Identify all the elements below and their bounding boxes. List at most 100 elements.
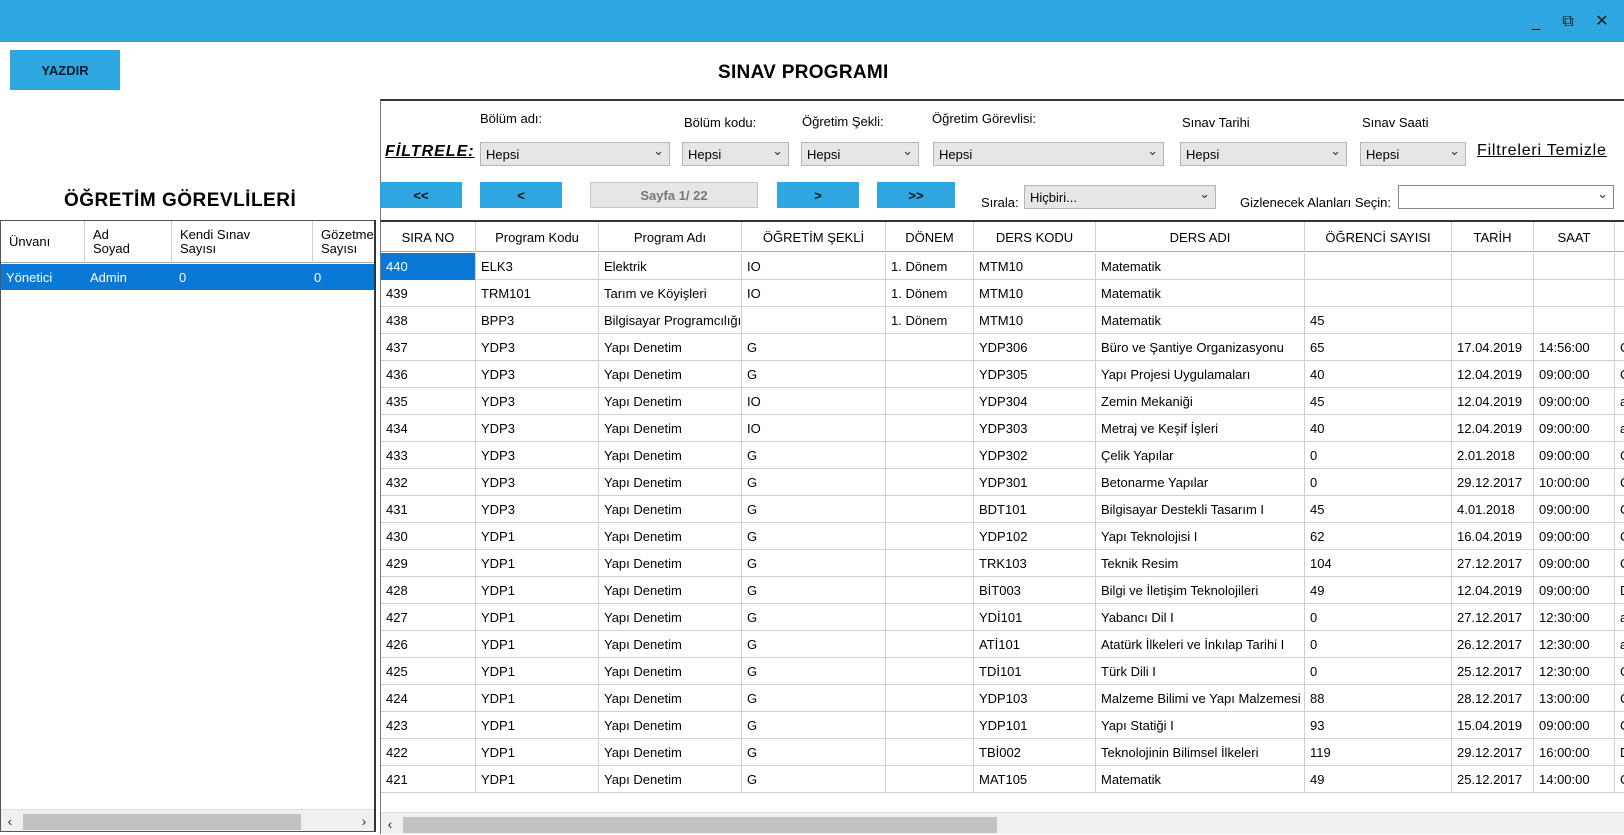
cell-program-kodu[interactable]: YDP1 xyxy=(476,685,599,712)
cell-ogretim-sekli[interactable]: G xyxy=(742,739,886,766)
ogretim-sekli-dropdown[interactable]: Hepsi ⌄ xyxy=(801,142,919,166)
left-horizontal-scrollbar[interactable]: ‹ › xyxy=(1,809,374,831)
cell-ders-adi[interactable]: Bilgisayar Destekli Tasarım I xyxy=(1096,496,1305,523)
cell-saat[interactable]: 09:00:00 xyxy=(1534,388,1615,415)
cell-ogrenci-sayisi[interactable]: 40 xyxy=(1305,415,1452,442)
scroll-right-icon[interactable]: › xyxy=(355,810,373,831)
cell-ders-kodu[interactable]: TBİ002 xyxy=(974,739,1096,766)
cell-program-adi[interactable]: Elektrik xyxy=(599,253,742,280)
cell-program-adi[interactable]: Bilgisayar Programcılığı xyxy=(599,307,742,334)
cell-program-kodu[interactable]: YDP1 xyxy=(476,739,599,766)
cell-donem[interactable] xyxy=(886,685,974,712)
cell-ders-kodu[interactable]: TRK103 xyxy=(974,550,1096,577)
cell-sira-no[interactable]: 437 xyxy=(381,334,476,361)
cell-tarih[interactable]: 27.12.2017 xyxy=(1452,604,1534,631)
table-row[interactable]: 440 ELK3 Elektrik IO 1. Dönem MTM10 Matematik xyxy=(381,253,1624,280)
cell-ogretim-sekli[interactable]: G xyxy=(742,712,886,739)
column-header-extra[interactable] xyxy=(1615,222,1624,252)
cell-extra[interactable]: D xyxy=(1615,577,1624,604)
cell-extra[interactable] xyxy=(1615,280,1624,307)
cell-program-adi[interactable]: Yapı Denetim xyxy=(599,550,742,577)
cell-ogretim-sekli[interactable]: G xyxy=(742,604,886,631)
table-row[interactable]: 435 YDP3 Yapı Denetim IO YDP304 Zemin Mekaniğ… xyxy=(381,388,1624,415)
cell-saat[interactable]: 09:00:00 xyxy=(1534,361,1615,388)
cell-program-kodu[interactable]: YDP1 xyxy=(476,577,599,604)
cell-ders-adi[interactable]: Metraj ve Keşif İşleri xyxy=(1096,415,1305,442)
cell-program-adi[interactable]: Yapı Denetim xyxy=(599,388,742,415)
cell-ogretim-sekli[interactable]: G xyxy=(742,523,886,550)
cell-sira-no[interactable]: 440 xyxy=(381,253,476,280)
cell-ogrenci-sayisi[interactable] xyxy=(1305,253,1452,280)
cell-program-adi[interactable]: Yapı Denetim xyxy=(599,496,742,523)
cell-ogretim-sekli[interactable]: G xyxy=(742,685,886,712)
table-row[interactable]: 426 YDP1 Yapı Denetim G ATİ101 Atatürk İlkele… xyxy=(381,631,1624,658)
cell-donem[interactable] xyxy=(886,415,974,442)
cell-program-kodu[interactable]: YDP3 xyxy=(476,415,599,442)
cell-extra[interactable]: C xyxy=(1615,658,1624,685)
column-header-unvan[interactable]: Ünvanı xyxy=(1,221,85,263)
cell-program-kodu[interactable]: YDP3 xyxy=(476,469,599,496)
column-header-tarih[interactable]: TARİH xyxy=(1452,222,1534,252)
cell-donem[interactable]: 1. Dönem xyxy=(886,253,974,280)
cell-donem[interactable] xyxy=(886,766,974,793)
cell-ders-adi[interactable]: Matematik xyxy=(1096,280,1305,307)
cell-ders-kodu[interactable]: MTM10 xyxy=(974,253,1096,280)
cell-tarih[interactable]: 25.12.2017 xyxy=(1452,766,1534,793)
cell-ogrenci-sayisi[interactable]: 49 xyxy=(1305,577,1452,604)
cell-ders-kodu[interactable]: ATİ101 xyxy=(974,631,1096,658)
cell-saat[interactable]: 14:56:00 xyxy=(1534,334,1615,361)
cell-tarih[interactable]: 29.12.2017 xyxy=(1452,739,1534,766)
cell-program-adi[interactable]: Yapı Denetim xyxy=(599,523,742,550)
cell-tarih[interactable]: 15.04.2019 xyxy=(1452,712,1534,739)
cell-ders-kodu[interactable]: YDP102 xyxy=(974,523,1096,550)
cell-ogretim-sekli[interactable]: IO xyxy=(742,388,886,415)
cell-ogretim-sekli[interactable]: G xyxy=(742,631,886,658)
sort-dropdown[interactable]: Hiçbiri... ⌄ xyxy=(1024,185,1216,209)
cell-program-adi[interactable]: Yapı Denetim xyxy=(599,766,742,793)
cell-donem[interactable] xyxy=(886,523,974,550)
cell-extra[interactable]: C xyxy=(1615,523,1624,550)
cell-ders-adi[interactable]: Teknolojinin Bilimsel İlkeleri xyxy=(1096,739,1305,766)
print-button[interactable]: YAZDIR xyxy=(10,50,120,90)
cell-tarih[interactable]: 12.04.2019 xyxy=(1452,361,1534,388)
cell-ders-kodu[interactable]: YDP303 xyxy=(974,415,1096,442)
table-row[interactable]: 437 YDP3 Yapı Denetim G YDP306 Büro ve Şantiy… xyxy=(381,334,1624,361)
cell-tarih[interactable]: 12.04.2019 xyxy=(1452,415,1534,442)
cell-saat[interactable] xyxy=(1534,280,1615,307)
table-row[interactable]: 436 YDP3 Yapı Denetim G YDP305 Yapı Projesi U… xyxy=(381,361,1624,388)
table-row[interactable]: 430 YDP1 Yapı Denetim G YDP102 Yapı Teknoloji… xyxy=(381,523,1624,550)
cell-ders-kodu[interactable]: YDP101 xyxy=(974,712,1096,739)
cell-ders-adi[interactable]: Türk Dili I xyxy=(1096,658,1305,685)
cell-donem[interactable] xyxy=(886,604,974,631)
column-header-gozetmen[interactable]: Gözetmen Sayısı xyxy=(313,221,374,263)
cell-program-adi[interactable]: Yapı Denetim xyxy=(599,415,742,442)
cell-ders-adi[interactable]: Yapı Projesi Uygulamaları xyxy=(1096,361,1305,388)
cell-sira-no[interactable]: 421 xyxy=(381,766,476,793)
cell-ders-kodu[interactable]: MAT105 xyxy=(974,766,1096,793)
cell-program-kodu[interactable]: YDP1 xyxy=(476,631,599,658)
cell-ders-adi[interactable]: Malzeme Bilimi ve Yapı Malzemesi xyxy=(1096,685,1305,712)
cell-sira-no[interactable]: 439 xyxy=(381,280,476,307)
cell-donem[interactable] xyxy=(886,631,974,658)
cell-tarih[interactable] xyxy=(1452,253,1534,280)
cell-program-kodu[interactable]: YDP3 xyxy=(476,442,599,469)
cell-ogretim-sekli[interactable]: IO xyxy=(742,280,886,307)
cell-program-kodu[interactable]: YDP3 xyxy=(476,361,599,388)
cell-sira-no[interactable]: 424 xyxy=(381,685,476,712)
cell-tarih[interactable]: 28.12.2017 xyxy=(1452,685,1534,712)
cell-tarih[interactable]: 12.04.2019 xyxy=(1452,577,1534,604)
cell-ogrenci-sayisi[interactable]: 0 xyxy=(1305,442,1452,469)
column-header-program-adi[interactable]: Program Adı xyxy=(599,222,742,252)
ogretim-gorevlisi-dropdown[interactable]: Hepsi ⌄ xyxy=(933,142,1164,166)
last-page-button[interactable]: >> xyxy=(877,182,955,208)
table-row[interactable]: 427 YDP1 Yapı Denetim G YDİ101 Yabancı Dil I0… xyxy=(381,604,1624,631)
cell-ogretim-sekli[interactable]: G xyxy=(742,442,886,469)
column-header-ad-soyad[interactable]: Ad Soyad xyxy=(85,221,172,263)
cell-ders-adi[interactable]: Büro ve Şantiye Organizasyonu xyxy=(1096,334,1305,361)
cell-ogretim-sekli[interactable]: G xyxy=(742,469,886,496)
cell-ogrenci-sayisi[interactable]: 62 xyxy=(1305,523,1452,550)
cell-program-kodu[interactable]: YDP1 xyxy=(476,658,599,685)
cell-saat[interactable]: 09:00:00 xyxy=(1534,523,1615,550)
cell-saat[interactable]: 09:00:00 xyxy=(1534,550,1615,577)
cell-ogrenci-sayisi[interactable]: 0 xyxy=(1305,469,1452,496)
